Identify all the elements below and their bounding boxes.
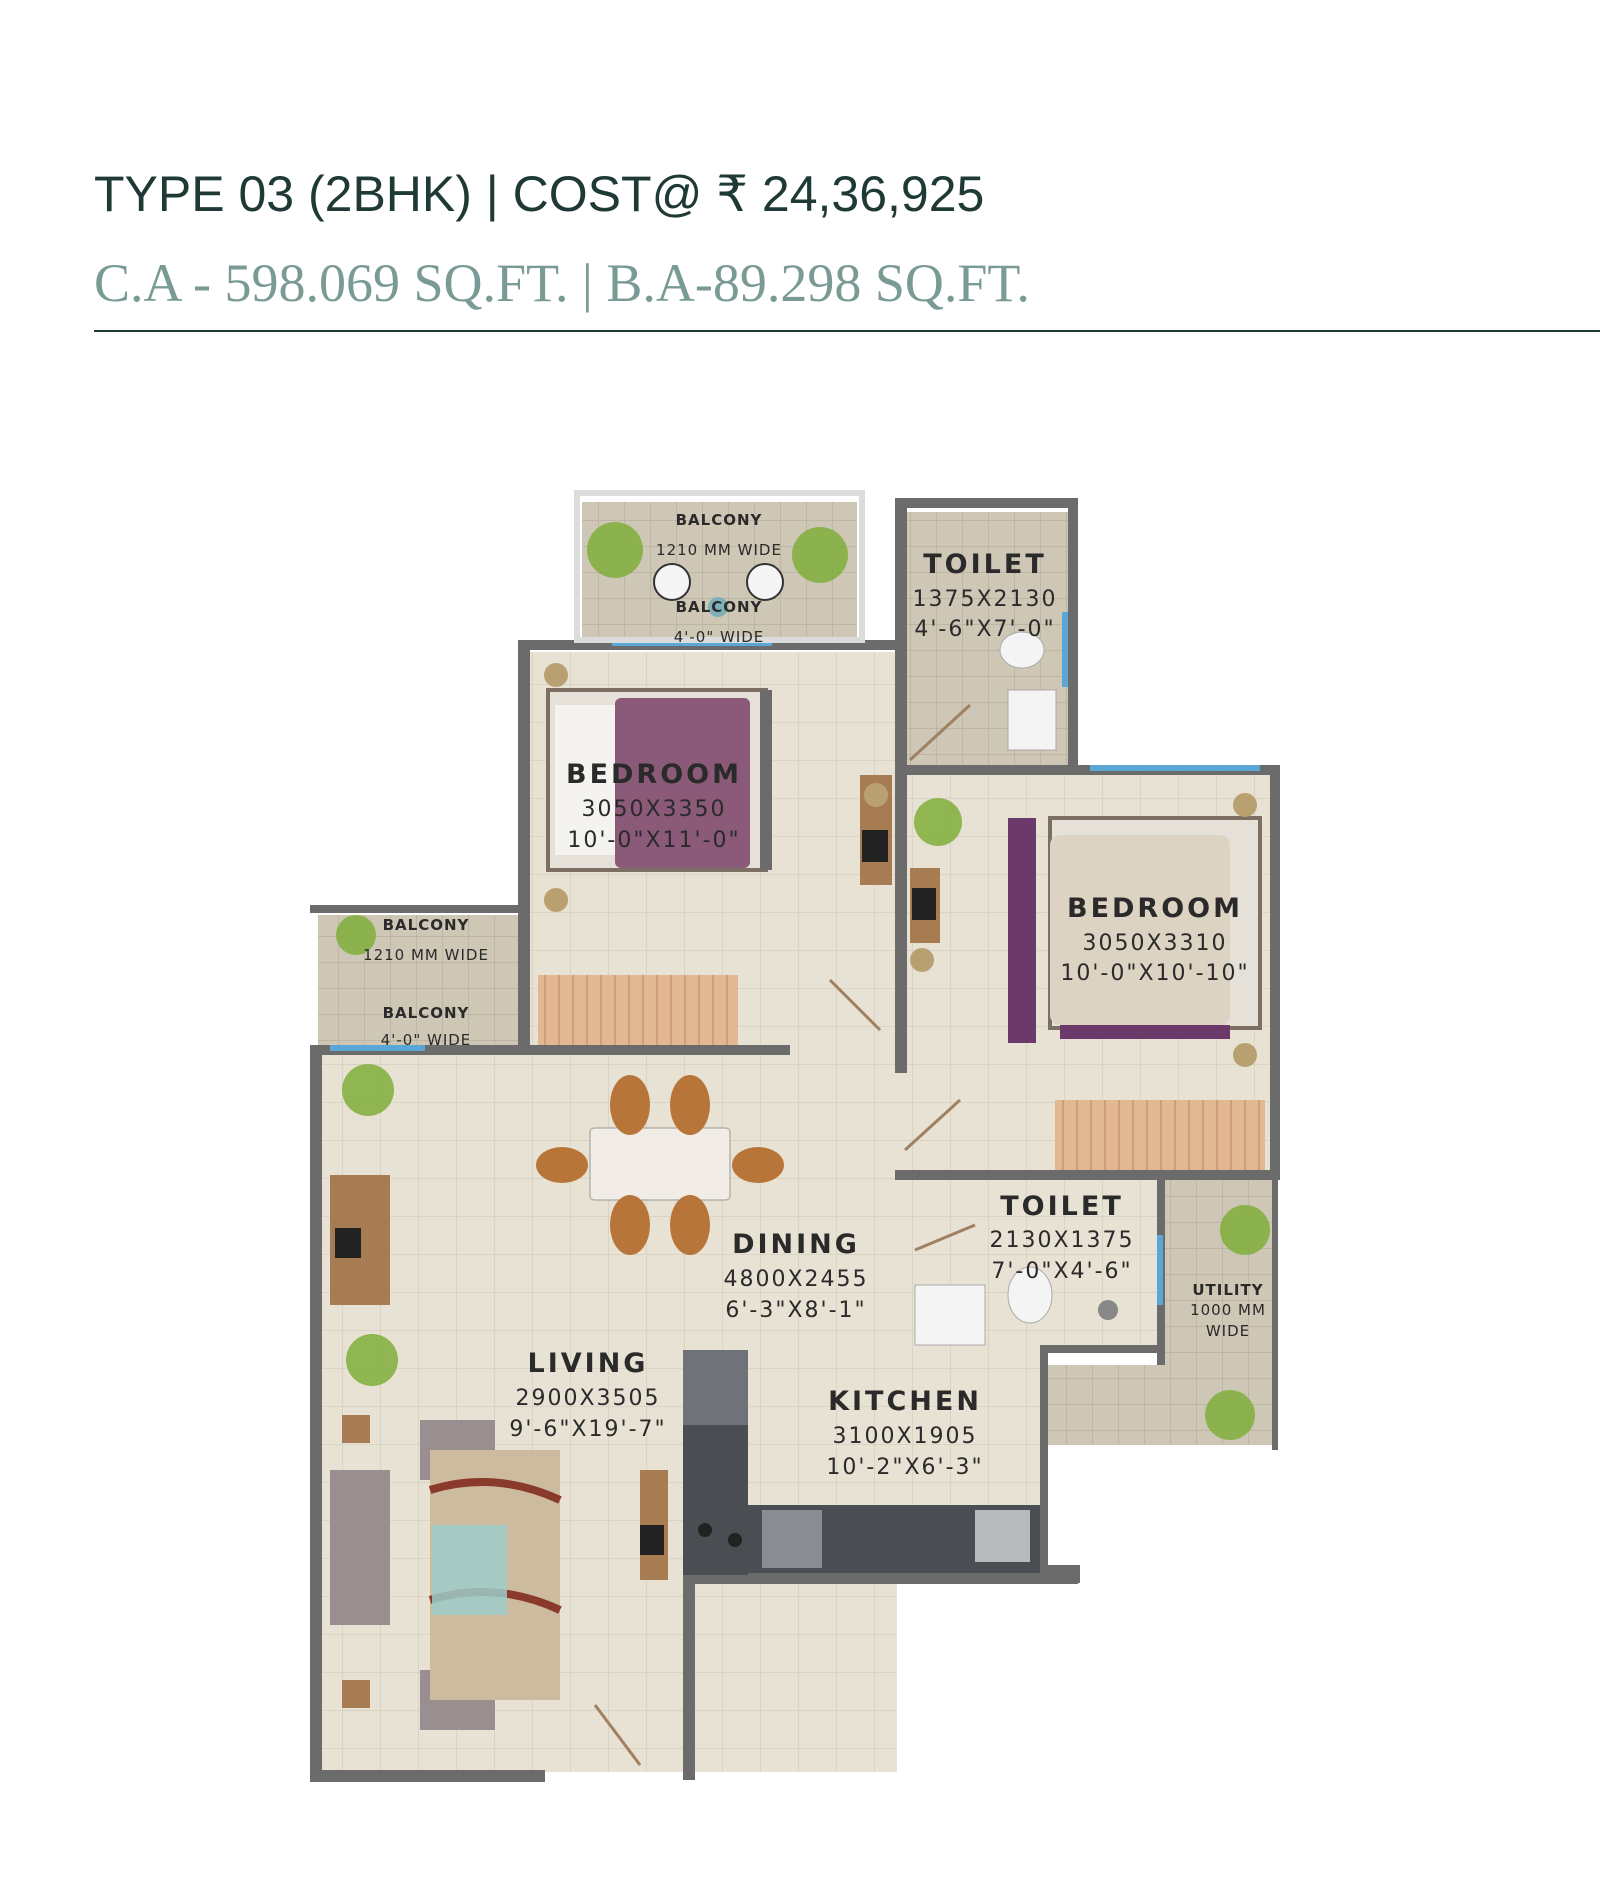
dining-dim-mm: 4800X2455 bbox=[723, 1267, 868, 1292]
balcony-left-name2: BALCONY bbox=[383, 1004, 470, 1022]
kitchen-dim-mm: 3100X1905 bbox=[832, 1424, 977, 1449]
balcony-left-dim2: 4'-0" WIDE bbox=[381, 1031, 472, 1049]
utility-name: UTILITY bbox=[1192, 1281, 1263, 1299]
bedroom-2-labels: BEDROOM 3050X3310 10'-0"X10'-10" bbox=[1060, 893, 1249, 986]
bedroom-2-dim-ft: 10'-0"X10'-10" bbox=[1060, 961, 1249, 986]
toilet-bottom-dim-mm: 2130X1375 bbox=[989, 1228, 1134, 1253]
toilet-top-labels: TOILET 1375X2130 4'-6"X7'-0" bbox=[912, 549, 1057, 642]
toilet-bottom-name: TOILET bbox=[1000, 1191, 1123, 1222]
bedroom-1-labels: BEDROOM 3050X3350 10'-0"X11'-0" bbox=[566, 759, 742, 853]
bedroom-1-name: BEDROOM bbox=[566, 759, 742, 790]
balcony-top-name: BALCONY bbox=[676, 511, 763, 529]
kitchen-labels: KITCHEN 3100X1905 10'-2"X6'-3" bbox=[826, 1386, 983, 1480]
living-dim-mm: 2900X3505 bbox=[515, 1386, 660, 1411]
toilet-top-dim-ft: 4'-6"X7'-0" bbox=[914, 617, 1055, 642]
toilet-top-dim-mm: 1375X2130 bbox=[912, 587, 1057, 612]
bedroom-1-dim-ft: 10'-0"X11'-0" bbox=[567, 828, 740, 853]
bedroom-2-dim-mm: 3050X3310 bbox=[1082, 931, 1227, 956]
living-name: LIVING bbox=[528, 1348, 649, 1379]
balcony-top-name2: BALCONY bbox=[676, 598, 763, 616]
utility-dim1: 1000 MM bbox=[1190, 1301, 1266, 1319]
living-dim-ft: 9'-6"X19'-7" bbox=[509, 1417, 666, 1442]
kitchen-dim-ft: 10'-2"X6'-3" bbox=[826, 1455, 983, 1480]
bedroom-1-dim-mm: 3050X3350 bbox=[581, 797, 726, 822]
toilet-bottom-labels: TOILET 2130X1375 7'-0"X4'-6" bbox=[989, 1191, 1134, 1284]
dining-name: DINING bbox=[732, 1229, 860, 1260]
dining-dim-ft: 6'-3"X8'-1" bbox=[725, 1298, 866, 1323]
balcony-left-name: BALCONY bbox=[383, 916, 470, 934]
toilet-top-name: TOILET bbox=[923, 549, 1046, 580]
bedroom-2-name: BEDROOM bbox=[1067, 893, 1243, 924]
dining-labels: DINING 4800X2455 6'-3"X8'-1" bbox=[723, 1229, 868, 1323]
utility-dim2: WIDE bbox=[1206, 1322, 1250, 1340]
toilet-bottom-dim-ft: 7'-0"X4'-6" bbox=[991, 1259, 1132, 1284]
balcony-top-dim1: 1210 MM WIDE bbox=[656, 541, 782, 559]
kitchen-name: KITCHEN bbox=[828, 1386, 982, 1417]
living-labels: LIVING 2900X3505 9'-6"X19'-7" bbox=[509, 1348, 666, 1442]
balcony-top-dim2: 4'-0" WIDE bbox=[674, 628, 765, 646]
balcony-left-dim1: 1210 MM WIDE bbox=[363, 946, 489, 964]
floor-plan: BALCONY 1210 MM WIDE BALCONY 4'-0" WIDE … bbox=[310, 490, 1280, 1782]
